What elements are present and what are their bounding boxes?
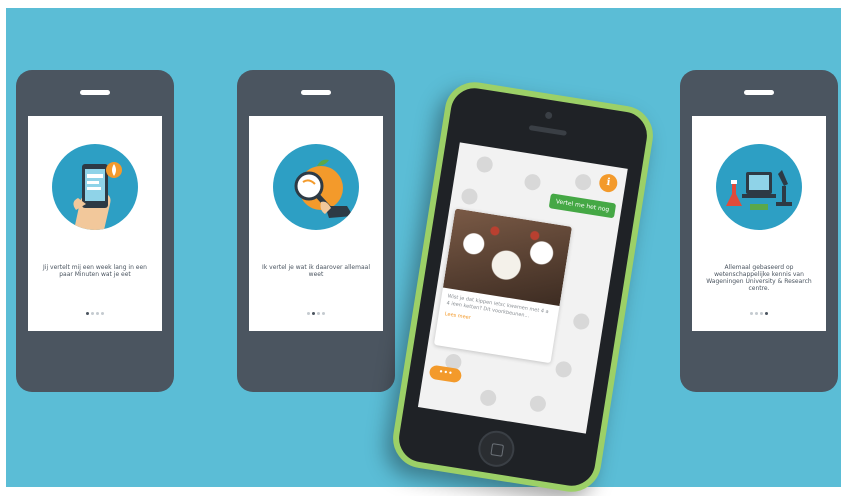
onboarding-caption: Allemaal gebaseerd op wetenschappelijke … [706,264,812,292]
onboarding-phone-2: Ik vertel je wat ik daarover allemaal we… [237,70,395,392]
food-pattern-icon [479,388,498,408]
page-dot[interactable] [750,312,753,315]
reply-bubble[interactable]: Vertel me het nog [548,193,617,219]
page-dot[interactable] [101,312,104,315]
page-dot[interactable] [760,312,763,315]
phone-speaker [80,90,110,95]
food-pattern-icon [528,394,548,413]
phone-speaker [528,125,567,136]
food-pattern-icon [572,312,591,331]
pagination-dots[interactable] [28,312,162,315]
page-dot[interactable] [86,312,89,315]
food-pattern-icon [523,173,542,192]
phone-speaker [301,90,331,95]
page-dot[interactable] [312,312,315,315]
food-pattern-icon [554,360,573,379]
page-dot[interactable] [765,312,768,315]
home-button[interactable] [475,428,517,470]
onboarding-screen-1[interactable]: Jij vertelt mij een week lang in een paa… [28,116,162,331]
front-camera-icon [544,111,553,120]
onboarding-screen-2[interactable]: Ik vertel je wat ik daarover allemaal we… [249,116,383,331]
onboarding-caption: Ik vertel je wat ik daarover allemaal we… [262,264,370,278]
orange-magnifier-illustration-icon [273,144,359,230]
pagination-dots[interactable] [249,312,383,315]
message-card[interactable]: Wist je dat kippen ietsc kwamen met 4 a … [433,208,573,364]
food-pattern-icon [573,172,593,192]
food-pattern-icon [460,187,479,206]
onboarding-caption: Jij vertelt mij een week lang in een paa… [43,264,147,278]
science-lab-illustration-icon [716,144,802,230]
food-pattern-icon [475,155,494,174]
pagination-dots[interactable] [692,312,826,315]
home-square-icon [490,443,505,457]
phone-speaker [744,90,774,95]
page-dot[interactable] [317,312,320,315]
page-dot[interactable] [96,312,99,315]
info-button[interactable]: i [598,172,619,194]
page-dot[interactable] [307,312,310,315]
onboarding-phone-3: Allemaal gebaseerd op wetenschappelijke … [680,70,838,392]
chat-screen[interactable]: i Vertel me het nog Wist je dat kippen i… [417,142,628,434]
page-dot[interactable] [322,312,325,315]
page-dot[interactable] [755,312,758,315]
phone-in-hand-illustration-icon [52,144,138,230]
page-dot[interactable] [91,312,94,315]
onboarding-screen-3[interactable]: Allemaal gebaseerd op wetenschappelijke … [692,116,826,331]
onboarding-phone-1: Jij vertelt mij een week lang in een paa… [16,70,174,392]
